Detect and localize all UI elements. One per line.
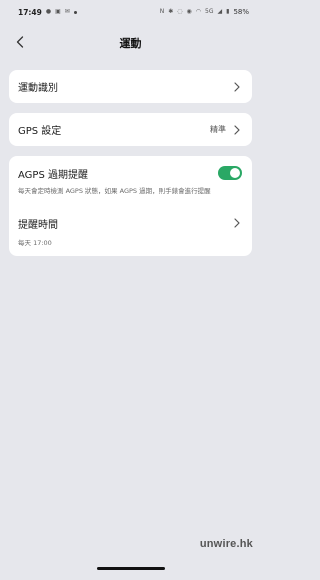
signal-icon: ◢ <box>217 8 223 15</box>
dot-icon <box>73 10 77 14</box>
reminder-time-row[interactable]: 提醒時間 <box>9 214 252 232</box>
watermark: unwire.hk <box>199 538 253 550</box>
gps-value: 精準 <box>210 125 226 134</box>
battery-icon: ▮ <box>226 8 230 15</box>
gps-row[interactable]: GPS 設定 精準 <box>9 113 252 146</box>
recognition-card[interactable]: 運動識別 <box>9 70 252 103</box>
status-time: 17:49 <box>18 7 42 17</box>
page-title: 運動 <box>119 37 142 50</box>
5g-icon: 5G <box>205 8 214 15</box>
eye-icon: ◉ <box>186 8 192 15</box>
toggle-knob <box>230 168 240 178</box>
back-button[interactable] <box>10 32 30 52</box>
recognition-label: 運動識別 <box>18 83 58 94</box>
reminder-time-label: 提醒時間 <box>18 219 58 231</box>
wifi-icon: ◠ <box>195 8 202 15</box>
gps-label: GPS 設定 <box>18 126 62 137</box>
chevron-right-icon <box>232 217 242 229</box>
status-right: N ✱ ◌ ◉ ◠ 5G ◢ ▮ 58% <box>160 8 249 16</box>
status-bar: 17:49 ● ▣ ✉ N ✱ ◌ ◉ ◠ 5G ◢ ▮ 58% <box>0 0 261 24</box>
nfc-icon: N <box>159 8 165 15</box>
status-left: 17:49 ● ▣ ✉ <box>18 8 77 17</box>
agps-toggle[interactable] <box>218 166 242 180</box>
recognition-row[interactable]: 運動識別 <box>9 70 252 103</box>
mute-icon: ◌ <box>177 8 183 15</box>
chat-icon: ▣ <box>55 8 61 15</box>
home-indicator[interactable] <box>97 567 165 570</box>
bluetooth-icon: ✱ <box>168 8 174 15</box>
chevron-right-icon <box>232 124 242 136</box>
agps-label: AGPS 過期提醒 <box>18 169 88 181</box>
agps-row[interactable]: AGPS 過期提醒 <box>9 164 252 182</box>
agps-card: AGPS 過期提醒 每天會定時檢測 AGPS 狀態，如果 AGPS 過期，則手錶… <box>9 156 252 256</box>
chevron-right-icon <box>232 81 242 93</box>
battery-level: 58% <box>233 8 249 16</box>
gps-right: 精準 <box>210 124 242 136</box>
gps-card[interactable]: GPS 設定 精準 <box>9 113 252 146</box>
mail-icon: ✉ <box>64 8 70 15</box>
reminder-time-value: 每天 17:00 <box>18 239 52 247</box>
agps-description: 每天會定時檢測 AGPS 狀態，如果 AGPS 過期，則手錶會進行提醒 <box>18 187 211 195</box>
chevron-left-icon <box>16 36 24 48</box>
messenger-icon: ● <box>45 8 52 15</box>
header: 運動 <box>0 30 261 56</box>
